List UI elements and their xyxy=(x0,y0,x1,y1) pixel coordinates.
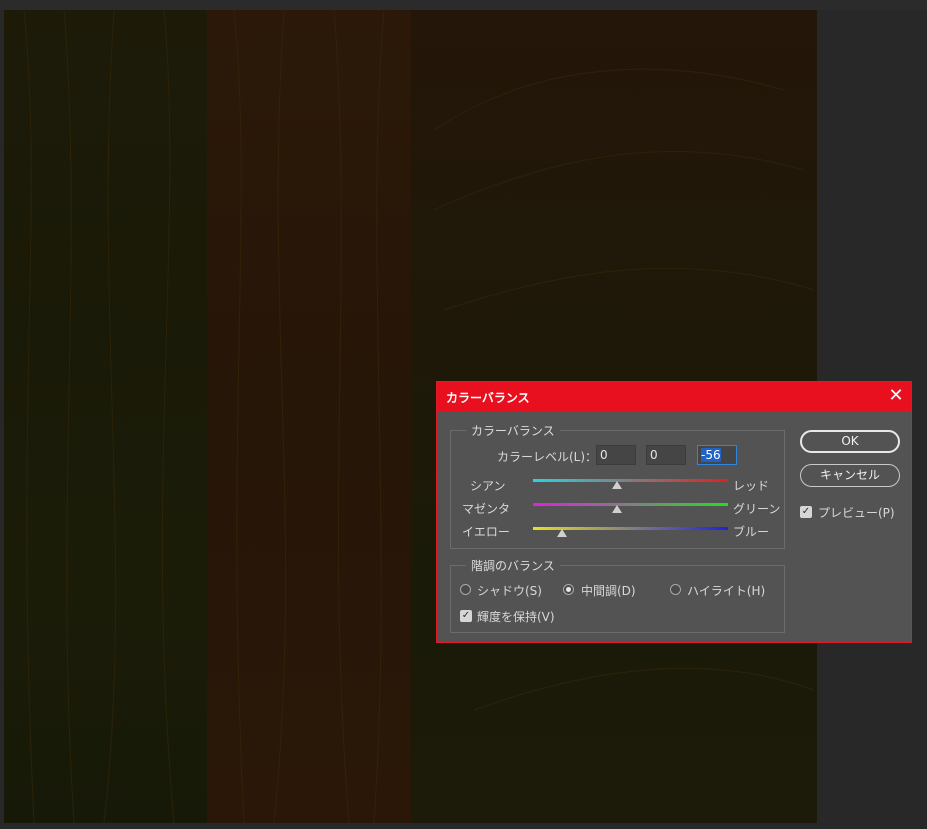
yellow-blue-slider-thumb[interactable] xyxy=(557,529,567,537)
tone-balance-group: 階調のバランス シャドウ(S) 中間調(D) ハイライト(H) ✓ 輝度を保持(… xyxy=(450,557,785,633)
preserve-luminosity-label[interactable]: 輝度を保持(V) xyxy=(477,608,555,625)
highlights-label[interactable]: ハイライト(H) xyxy=(687,582,765,599)
preview-label[interactable]: プレビュー(P) xyxy=(818,504,895,521)
slider-blue-label: ブルー xyxy=(733,525,770,539)
cancel-button[interactable]: キャンセル xyxy=(800,464,900,487)
midtones-label[interactable]: 中間調(D) xyxy=(581,582,636,599)
color-levels-label: カラーレベル(L)： xyxy=(497,450,598,464)
preview-checkbox[interactable]: ✓ xyxy=(800,506,812,518)
cyan-red-level-input[interactable]: 0 xyxy=(596,445,636,465)
yellow-blue-level-input[interactable]: -56 xyxy=(697,445,737,465)
cyan-red-slider-track[interactable] xyxy=(533,479,728,482)
ok-button[interactable]: OK xyxy=(800,430,900,453)
magenta-green-slider-track[interactable] xyxy=(533,503,728,506)
cyan-red-slider-thumb[interactable] xyxy=(612,481,622,489)
magenta-green-level-input[interactable]: 0 xyxy=(646,445,686,465)
midtones-radio[interactable] xyxy=(563,584,574,595)
slider-red-label: レッド xyxy=(733,479,770,493)
preserve-luminosity-checkbox[interactable]: ✓ xyxy=(460,610,472,622)
close-icon[interactable]: ✕ xyxy=(885,385,907,407)
dialog-titlebar[interactable]: カラーバランス ✕ xyxy=(437,382,911,411)
highlights-radio[interactable] xyxy=(670,584,681,595)
dialog-title: カラーバランス xyxy=(446,391,530,405)
app-top-strip xyxy=(0,0,927,10)
magenta-green-slider-thumb[interactable] xyxy=(612,505,622,513)
shadows-radio[interactable] xyxy=(460,584,471,595)
color-balance-group-title: カラーバランス xyxy=(466,422,560,439)
tone-balance-group-title: 階調のバランス xyxy=(466,557,560,574)
slider-green-label: グリーン xyxy=(733,502,781,516)
color-balance-group: カラーバランス カラーレベル(L)： 0 0 -56 シアン レッド マゼンタ … xyxy=(450,422,785,549)
shadows-label[interactable]: シャドウ(S) xyxy=(477,582,542,599)
slider-cyan-label: シアン xyxy=(470,479,506,493)
slider-yellow-label: イエロー xyxy=(462,525,510,539)
slider-magenta-label: マゼンタ xyxy=(462,502,511,516)
color-balance-dialog: カラーバランス ✕ カラーバランス カラーレベル(L)： 0 0 -56 シアン… xyxy=(436,381,912,643)
